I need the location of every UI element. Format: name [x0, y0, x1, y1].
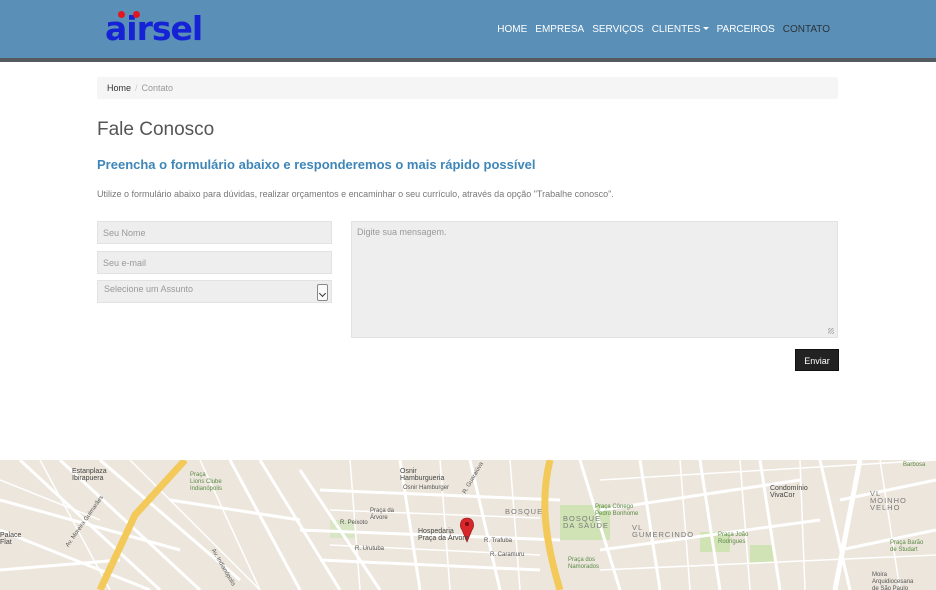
nav-contato[interactable]: CONTATO	[779, 24, 834, 36]
site-header: airsel HOME EMPRESA SERVIÇOS CLIENTES PA…	[0, 0, 936, 58]
map-label: R. Urutuba	[355, 546, 385, 552]
nav-clientes-label: CLIENTES	[651, 24, 701, 35]
header-divider	[0, 58, 936, 62]
nav-parceiros[interactable]: PARCEIROS	[713, 24, 779, 36]
map-park	[750, 545, 775, 563]
map-label: Praça da Árvore	[370, 508, 395, 521]
submit-button[interactable]: Enviar	[795, 349, 839, 371]
page-title: Fale Conosco	[97, 119, 215, 140]
map-label: Hospedaria Praça da Árvore	[418, 528, 469, 542]
message-placeholder: Digite sua mensagem.	[357, 227, 447, 237]
subject-select[interactable]: Selecione um Assunto	[97, 280, 332, 303]
map-label: Osnir Hamburgueria	[400, 468, 445, 482]
message-textarea[interactable]: Digite sua mensagem.	[351, 221, 838, 338]
map-label: Estanplaza Ibirapuera	[72, 468, 107, 482]
caret-down-icon	[702, 26, 709, 30]
resize-handle-icon[interactable]	[828, 328, 834, 334]
map-label: BOSQUE	[505, 507, 544, 516]
map-label: Condomínio VivaCor	[770, 485, 808, 499]
map-label: Osnir Hamburger	[403, 485, 450, 491]
main-nav: HOME EMPRESA SERVIÇOS CLIENTES PARCEIROS…	[493, 24, 834, 36]
nav-clientes[interactable]: CLIENTES	[648, 24, 713, 36]
map-label: Praça João Rodrigues	[718, 532, 749, 545]
nav-servicos[interactable]: SERVIÇOS	[588, 24, 648, 36]
map-label: VL MOINHO VELHO	[870, 489, 907, 512]
map-label: R. Caramuru	[490, 552, 525, 558]
map-label: Praça dos Namorados	[568, 557, 600, 570]
page-subtitle: Preencha o formulário abaixo e responder…	[97, 157, 536, 172]
logo-dot	[133, 11, 140, 18]
breadcrumb: Home / Contato	[97, 77, 838, 99]
location-map[interactable]: Estanplaza Ibirapuera Praça Lions Clube Ind…	[0, 460, 936, 590]
nav-home[interactable]: HOME	[493, 24, 531, 36]
map-label: R. Trafuba	[484, 538, 513, 544]
map-label: Barbosa	[903, 462, 926, 468]
map-label: VL GUMERCINDO	[632, 523, 695, 539]
email-input[interactable]: Seu e-mail	[97, 251, 332, 274]
map-label: Praça Barão de Studart	[890, 540, 924, 553]
map-label: Praça Lions Clube Indianópolis	[190, 472, 223, 492]
name-input[interactable]: Seu Nome	[97, 221, 332, 244]
breadcrumb-separator: /	[135, 83, 138, 93]
map-label: Moira Arquidiocesana de São Paulo	[872, 572, 914, 590]
subject-select-value: Selecione um Assunto	[104, 284, 194, 294]
map-label: R. Peixoto	[340, 520, 368, 526]
chevron-down-icon[interactable]	[317, 284, 328, 301]
intro-text: Utilize o formulário abaixo para dúvidas…	[97, 189, 614, 199]
breadcrumb-current: Contato	[141, 83, 174, 93]
map-label: Praça Cônego Pedro Bonhome	[595, 504, 639, 517]
map-label: Palace Flat	[0, 532, 22, 546]
breadcrumb-home[interactable]: Home	[107, 83, 131, 93]
nav-empresa[interactable]: EMPRESA	[531, 24, 588, 36]
logo-dot	[118, 11, 125, 18]
